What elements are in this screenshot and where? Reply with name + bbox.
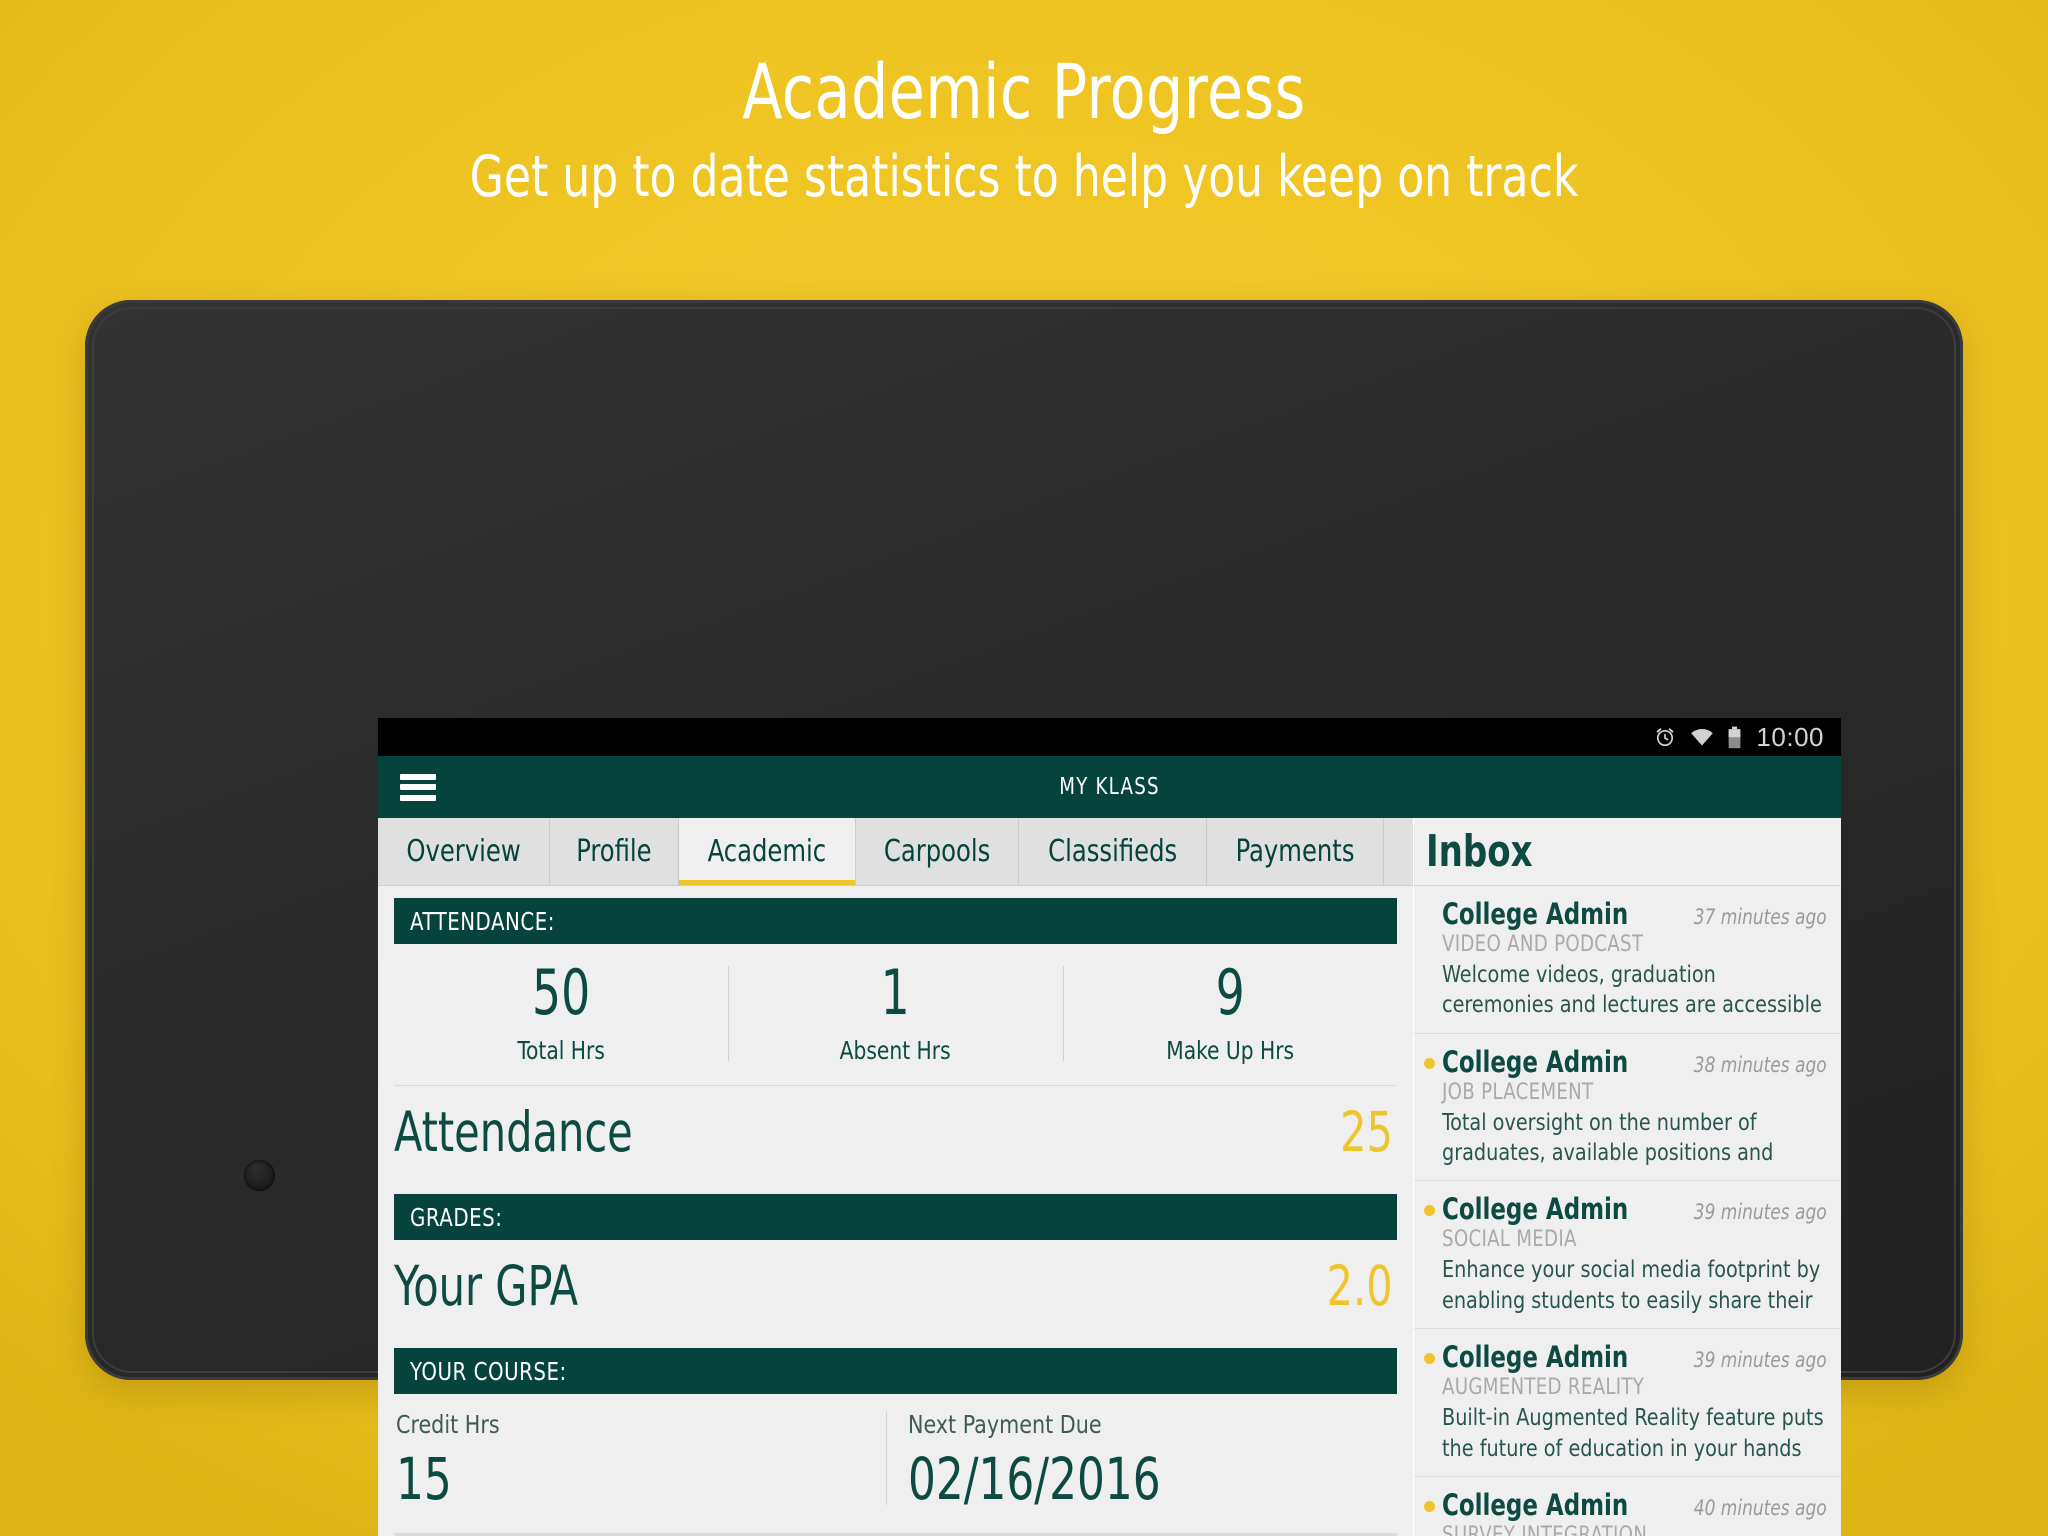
app-title: MY KLASS xyxy=(1059,774,1160,800)
tab-bar: Overview Profile Academic Carpools Class… xyxy=(378,818,1413,886)
tab-academic[interactable]: Academic xyxy=(678,818,856,885)
inbox-panel: Inbox College Admin 37 minutes ago VIDEO… xyxy=(1413,818,1841,1536)
page-subtitle: Get up to date statistics to help you ke… xyxy=(469,143,1579,210)
gpa-label: Your GPA xyxy=(394,1254,579,1318)
alarm-icon xyxy=(1657,728,1674,747)
academic-content-panel: Overview Profile Academic Carpools Class… xyxy=(378,818,1413,1536)
tab-overview[interactable]: Overview xyxy=(378,818,551,885)
wifi-icon xyxy=(1691,729,1714,746)
message-timestamp: 37 minutes ago xyxy=(1694,905,1827,929)
list-item[interactable]: College Admin 38 minutes ago JOB PLACEME… xyxy=(1414,1034,1841,1182)
android-status-bar: 10:00 xyxy=(378,718,1841,756)
battery-icon xyxy=(1729,726,1741,748)
list-item[interactable]: College Admin 39 minutes ago SOCIAL MEDI… xyxy=(1414,1181,1841,1330)
stat-value: 50 xyxy=(532,956,591,1029)
course-details-grid: Credit Hrs 15 Next Payment Due 02/16/201… xyxy=(394,1394,1397,1527)
message-header: College Admin 39 minutes ago xyxy=(1442,1340,1827,1374)
message-sender: College Admin xyxy=(1442,1487,1629,1522)
message-preview: Built-in Augmented Reality feature puts … xyxy=(1442,1405,1824,1462)
message-timestamp: 38 minutes ago xyxy=(1694,1052,1827,1077)
course-cell-value: 15 xyxy=(396,1445,452,1513)
unread-dot-icon xyxy=(1424,910,1435,921)
tab-label: Overview xyxy=(406,834,521,869)
course-cell-value: 02/16/2016 xyxy=(907,1445,1161,1513)
promo-text-block: Academic Progress Get up to date statist… xyxy=(0,52,2048,208)
attendance-summary-value: 25 xyxy=(1340,1100,1393,1164)
stat-label: Make Up Hrs xyxy=(1165,1036,1294,1065)
message-sender: College Admin xyxy=(1442,897,1629,931)
message-preview: Total oversight on the number of graduat… xyxy=(1442,1109,1774,1167)
stat-absent-hrs: 1 Absent Hrs xyxy=(728,962,1062,1065)
message-header: College Admin 37 minutes ago xyxy=(1442,897,1827,931)
stat-total-hrs: 50 Total Hrs xyxy=(394,956,728,1066)
hamburger-menu-icon[interactable] xyxy=(400,773,436,801)
inbox-title: Inbox xyxy=(1426,826,1533,877)
message-header: College Admin 38 minutes ago xyxy=(1442,1045,1827,1079)
tab-label: Academic xyxy=(707,834,826,869)
message-timestamp: 39 minutes ago xyxy=(1694,1348,1827,1373)
message-sender: College Admin xyxy=(1442,1340,1629,1375)
attendance-summary-row: Attendance 25 xyxy=(394,1086,1397,1182)
tab-label: Classifieds xyxy=(1047,834,1177,869)
stat-value: 9 xyxy=(1215,956,1245,1029)
tab-bar-filler xyxy=(1384,818,1413,885)
message-sender: College Admin xyxy=(1442,1192,1629,1227)
front-camera-icon xyxy=(244,1160,275,1191)
status-bar-clock: 10:00 xyxy=(1756,722,1824,752)
tablet-device-frame: 10:00 MY KLASS Overview Profile Academic xyxy=(85,300,1963,1536)
message-timestamp: 40 minutes ago xyxy=(1694,1495,1827,1520)
message-category: SOCIAL MEDIA xyxy=(1442,1227,1577,1253)
inbox-message-list: College Admin 37 minutes ago VIDEO AND P… xyxy=(1414,886,1841,1536)
tab-carpools[interactable]: Carpools xyxy=(856,818,1019,885)
list-item[interactable]: College Admin 37 minutes ago VIDEO AND P… xyxy=(1414,886,1841,1034)
unread-dot-icon xyxy=(1424,1500,1435,1512)
message-timestamp: 39 minutes ago xyxy=(1694,1200,1827,1225)
message-preview: Enhance your social media footprint by e… xyxy=(1442,1257,1821,1314)
stat-label: Total Hrs xyxy=(517,1036,605,1065)
page-title: Academic Progress xyxy=(742,47,1306,136)
message-category: VIDEO AND PODCAST xyxy=(1442,932,1644,957)
course-cell-label: Next Payment Due xyxy=(907,1410,1102,1439)
tab-profile[interactable]: Profile xyxy=(550,818,679,885)
course-cell-label: Credit Hrs xyxy=(396,1410,500,1439)
stat-label: Absent Hrs xyxy=(839,1036,951,1065)
message-category: SURVEY INTEGRATION xyxy=(1442,1522,1648,1536)
unread-dot-icon xyxy=(1424,1353,1435,1365)
message-category: AUGMENTED REALITY xyxy=(1442,1375,1645,1401)
tab-label: Carpools xyxy=(883,834,990,869)
course-cell-credit-hrs: Credit Hrs 15 xyxy=(394,1410,886,1513)
unread-dot-icon xyxy=(1424,1205,1435,1217)
app-bar: MY KLASS xyxy=(378,756,1841,818)
tab-label: Payments xyxy=(1235,834,1355,869)
attendance-section-title: ATTENDANCE: xyxy=(410,906,555,936)
unread-dot-icon xyxy=(1424,1057,1435,1069)
gpa-value: 2.0 xyxy=(1326,1254,1393,1318)
message-sender: College Admin xyxy=(1442,1044,1629,1079)
app-body: Overview Profile Academic Carpools Class… xyxy=(378,818,1841,1536)
gpa-row: Your GPA 2.0 xyxy=(394,1240,1397,1336)
attendance-section-header: ATTENDANCE: xyxy=(394,898,1397,944)
grades-section-header: GRADES: xyxy=(394,1194,1397,1240)
stat-makeup-hrs: 9 Make Up Hrs xyxy=(1062,956,1397,1065)
tab-classifieds[interactable]: Classifieds xyxy=(1019,818,1208,885)
inbox-header: Inbox xyxy=(1414,818,1841,886)
tab-label: Profile xyxy=(576,834,652,869)
list-item[interactable]: College Admin 40 minutes ago SURVEY INTE… xyxy=(1414,1477,1841,1536)
list-item[interactable]: College Admin 39 minutes ago AUGMENTED R… xyxy=(1414,1329,1841,1477)
tab-payments[interactable]: Payments xyxy=(1207,818,1385,885)
stat-value: 1 xyxy=(880,956,911,1029)
course-cell-next-payment: Next Payment Due 02/16/2016 xyxy=(885,1410,1398,1513)
course-section-title: YOUR COURSE: xyxy=(410,1356,567,1386)
attendance-stats-row: 50 Total Hrs 1 Absent Hrs 9 Make Up Hrs xyxy=(394,944,1397,1086)
message-category: JOB PLACEMENT xyxy=(1442,1079,1594,1105)
message-header: College Admin 40 minutes ago xyxy=(1442,1488,1827,1522)
tablet-screen: 10:00 MY KLASS Overview Profile Academic xyxy=(378,718,1841,1536)
promo-screenshot-stage: Academic Progress Get up to date statist… xyxy=(0,0,2048,1536)
attendance-summary-label: Attendance xyxy=(394,1100,633,1164)
message-header: College Admin 39 minutes ago xyxy=(1442,1192,1827,1226)
course-section-header: YOUR COURSE: xyxy=(394,1348,1397,1394)
grades-section-title: GRADES: xyxy=(410,1202,503,1232)
message-preview: Welcome videos, graduation ceremonies an… xyxy=(1442,962,1822,1019)
